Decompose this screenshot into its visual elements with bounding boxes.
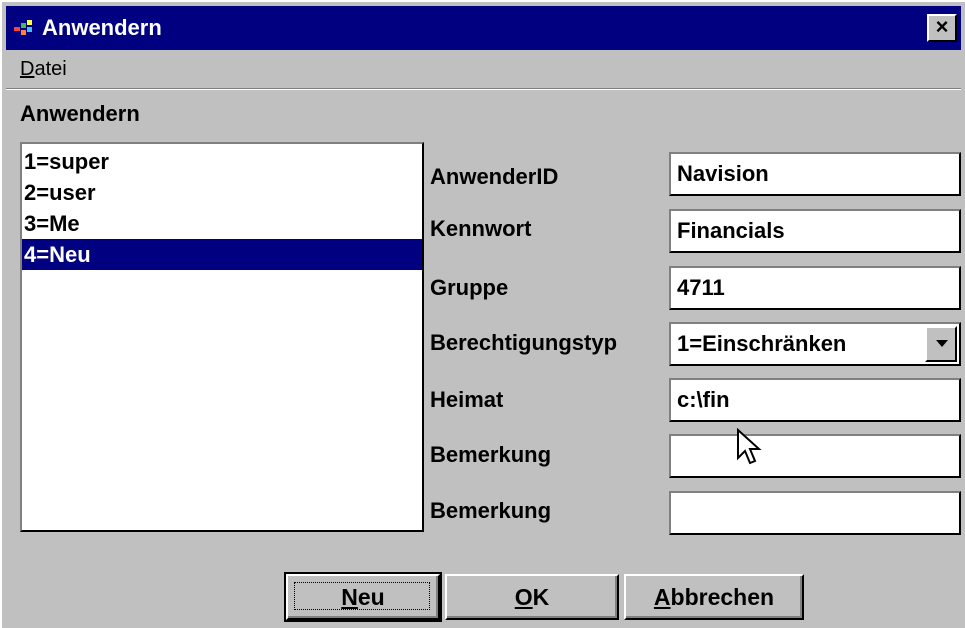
- close-icon: ×: [935, 14, 949, 39]
- list-item[interactable]: 1=super: [22, 146, 422, 177]
- kennwort-field[interactable]: Financials: [669, 209, 961, 253]
- menu-bar: Datei: [6, 52, 961, 88]
- abbrechen-button[interactable]: Abbrechen: [624, 574, 804, 620]
- title-bar[interactable]: Anwendern ×: [6, 6, 961, 50]
- bemerkung-label-1: Bemerkung: [430, 442, 552, 467]
- user-list: 1=super 2=user 3=Me 4=Neu: [22, 146, 422, 270]
- dialog-window: Anwendern × Datei Anwendern 1=super 2=use…: [0, 0, 965, 628]
- list-item[interactable]: 2=user: [22, 177, 422, 208]
- close-button[interactable]: ×: [927, 14, 957, 42]
- kennwort-label: Kennwort: [430, 216, 532, 241]
- bemerkung-field-2[interactable]: [669, 491, 961, 535]
- menu-separator-highlight: [6, 89, 961, 90]
- berechtigungstyp-dropdown[interactable]: 1=Einschränken: [669, 322, 961, 366]
- neu-label: eu: [357, 584, 385, 610]
- neu-accel: N: [341, 584, 358, 610]
- abbrechen-accel: A: [653, 584, 671, 610]
- neu-button[interactable]: Neu: [284, 572, 442, 622]
- mouse-cursor-icon: [737, 428, 762, 465]
- anwender-id-label: AnwenderID: [430, 164, 559, 189]
- user-listbox[interactable]: 1=super 2=user 3=Me 4=Neu: [20, 142, 424, 532]
- berechtigungstyp-label: Berechtigungstyp: [430, 330, 618, 355]
- menu-datei[interactable]: Datei: [20, 58, 67, 81]
- bemerkung-label-2: Bemerkung: [430, 498, 552, 523]
- section-heading: Anwendern: [20, 101, 140, 126]
- menu-datei-accel: D: [20, 58, 35, 80]
- menu-datei-rest: atei: [34, 58, 67, 80]
- ok-button[interactable]: OK: [445, 574, 619, 620]
- heimat-label: Heimat: [430, 387, 504, 412]
- ok-label: K: [532, 584, 550, 610]
- gruppe-label: Gruppe: [430, 275, 509, 300]
- heimat-field[interactable]: c:\fin: [669, 378, 961, 422]
- bemerkung-field-1[interactable]: [669, 434, 961, 478]
- ok-accel: O: [514, 584, 533, 610]
- anwender-id-field[interactable]: Navision: [669, 152, 961, 196]
- gruppe-field[interactable]: 4711: [669, 266, 961, 310]
- chevron-down-icon: [936, 340, 948, 347]
- dropdown-button[interactable]: [925, 326, 957, 362]
- abbrechen-label: bbrechen: [670, 584, 775, 610]
- list-item[interactable]: 3=Me: [22, 208, 422, 239]
- list-item[interactable]: 4=Neu: [22, 239, 422, 270]
- berechtigungstyp-value: 1=Einschränken: [677, 331, 847, 356]
- app-icon: [14, 20, 32, 35]
- window-title: Anwendern: [42, 15, 162, 40]
